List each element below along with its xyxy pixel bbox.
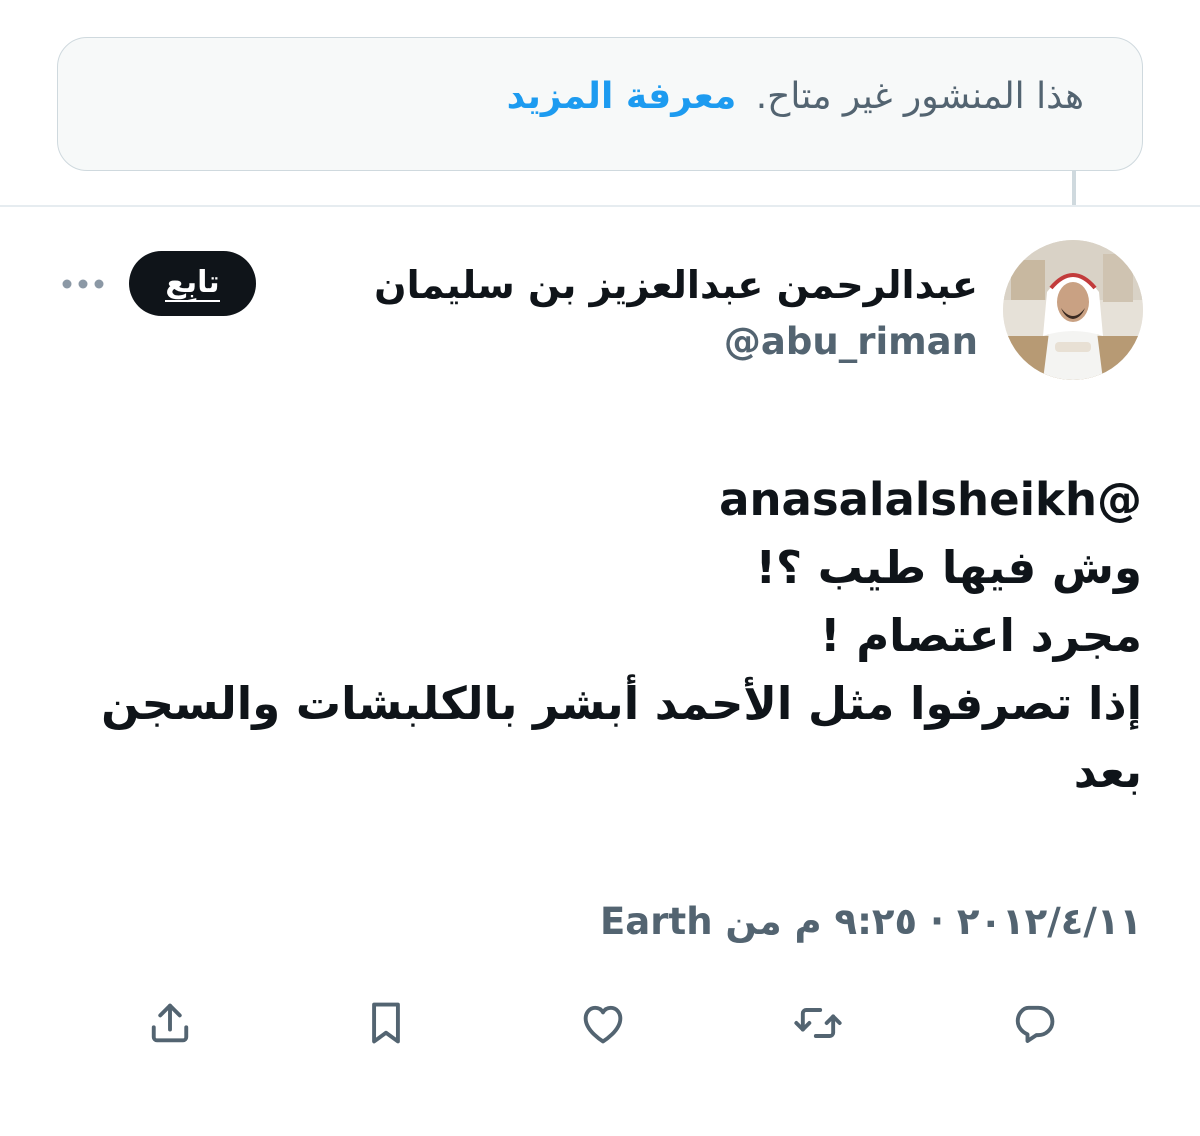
- tweet-line: مجرد اعتصام !: [820, 609, 1142, 662]
- like-icon: [583, 1005, 623, 1044]
- avatar[interactable]: [1003, 240, 1143, 380]
- reply-icon: [1015, 1005, 1055, 1043]
- thread-connector-line: [1072, 171, 1076, 205]
- tweet-line: بعد: [1073, 745, 1142, 798]
- author-display-name[interactable]: عبدالرحمن عبدالعزيز بن سليمان: [374, 258, 978, 312]
- learn-more-link[interactable]: معرفة المزيد: [507, 76, 737, 117]
- more-options-button[interactable]: [58, 264, 108, 304]
- follow-button[interactable]: تابِع: [129, 251, 256, 316]
- retweet-icon: [794, 1008, 842, 1038]
- retweet-button[interactable]: [790, 995, 846, 1051]
- follow-button-label: تابِع: [165, 264, 220, 302]
- tweet-line: إذا تصرفوا مثل الأحمد أبشر بالكلبشات وال…: [101, 677, 1142, 730]
- avatar-image: [1003, 240, 1143, 380]
- tweet-mention[interactable]: anasalalsheikh@: [82, 466, 1142, 534]
- reply-button[interactable]: [1006, 995, 1062, 1051]
- share-button[interactable]: [142, 995, 198, 1051]
- bookmark-button[interactable]: [358, 995, 414, 1051]
- tweet-timestamp[interactable]: ٢٠١٢/٤/١١ · ٩:٢٥ م من Earth: [600, 893, 1142, 951]
- divider: [0, 205, 1200, 207]
- author-handle[interactable]: @abu_riman: [724, 316, 978, 368]
- bookmark-icon: [372, 1002, 400, 1044]
- notice-text: هذا المنشور غير متاح. معرفة المزيد: [507, 72, 1084, 122]
- share-icon: [151, 1003, 189, 1043]
- more-dots-icon: [62, 279, 104, 289]
- tweet-text: anasalalsheikh@ وش فيها طيب ؟! مجرد اعتص…: [82, 466, 1142, 806]
- tweet-line: وش فيها طيب ؟!: [755, 541, 1142, 594]
- notice-message: هذا المنشور غير متاح.: [755, 76, 1084, 117]
- unavailable-post-notice: هذا المنشور غير متاح. معرفة المزيد: [57, 37, 1143, 171]
- like-button[interactable]: [575, 995, 631, 1051]
- tweet-page: هذا المنشور غير متاح. معرفة المزيد عبدال…: [0, 0, 1200, 1136]
